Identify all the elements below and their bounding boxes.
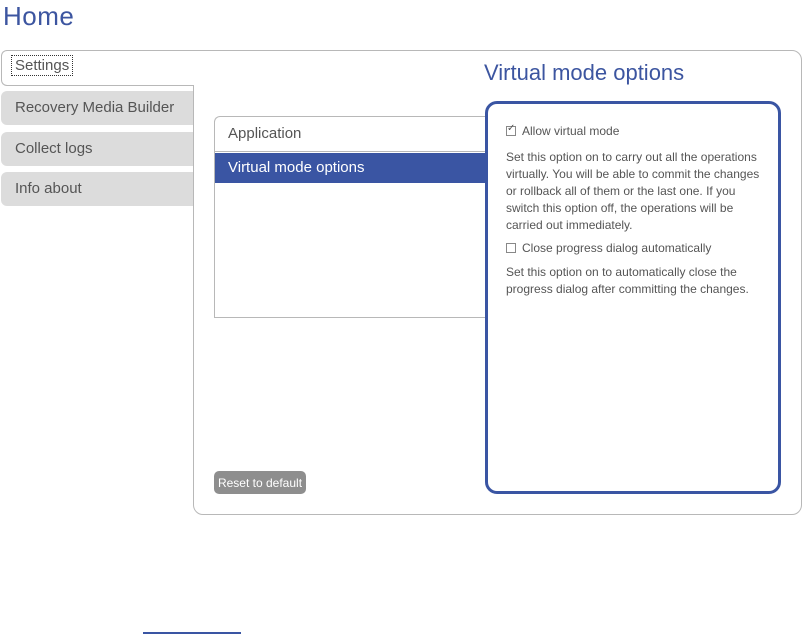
close-progress-description: Set this option on to automatically clos… [506,265,749,296]
tab-collect-logs[interactable]: Collect logs [1,132,193,166]
category-header-application[interactable]: Application [214,116,494,152]
tab-recovery-media-builder[interactable]: Recovery Media Builder [1,91,193,125]
link-underline[interactable] [143,632,241,634]
allow-virtual-mode-option[interactable]: Allow virtual mode [506,123,760,138]
tab-settings-label: Settings [11,55,74,76]
reset-to-default-button[interactable]: Reset to default [214,471,306,494]
allow-virtual-mode-label: Allow virtual mode [522,124,620,138]
options-panel: Allow virtual mode Set this option on to… [485,101,781,494]
page-title: Home [3,1,75,31]
tab-settings[interactable]: Settings [1,50,193,86]
allow-virtual-mode-checkbox[interactable] [506,123,516,136]
section-title: Virtual mode options [484,60,685,85]
close-progress-option[interactable]: Close progress dialog automatically [506,241,760,255]
tab-connector [192,51,195,85]
close-progress-checkbox[interactable] [506,243,516,253]
allow-virtual-mode-description: Set this option on to carry out all the … [506,150,760,232]
close-progress-label: Close progress dialog automatically [522,241,712,255]
tab-info-about[interactable]: Info about [1,172,193,206]
category-item-virtual-mode-options[interactable]: Virtual mode options [215,153,487,183]
